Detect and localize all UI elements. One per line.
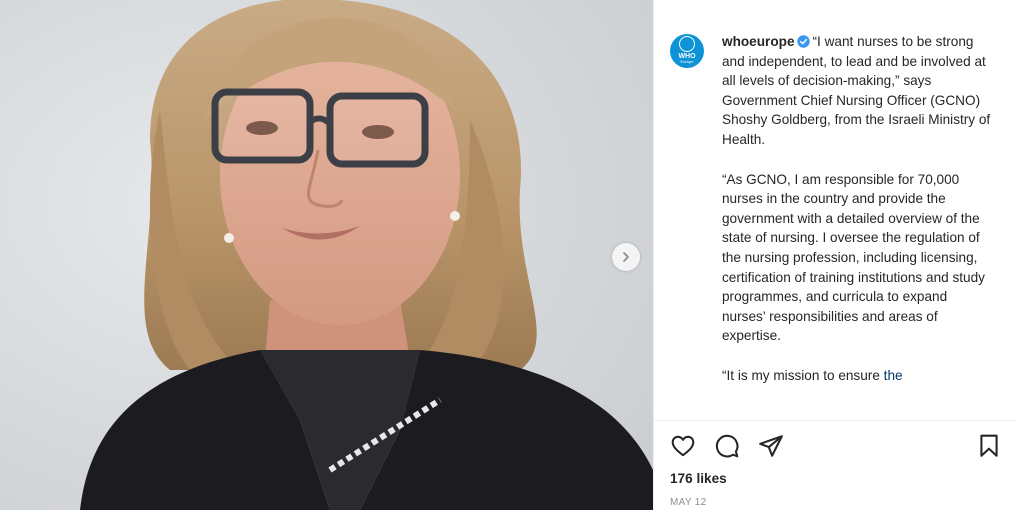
comment-icon [715,434,739,458]
caption-text-1: “I want nurses to be strong and independ… [722,34,991,147]
caption: whoeurope “I want nurses to be strong and… [722,32,992,420]
chevron-right-icon [623,252,629,262]
save-button[interactable] [976,433,1002,464]
username-link[interactable]: whoeurope [722,34,795,49]
post-date[interactable]: MAY 12 [670,497,706,508]
post-photo[interactable] [0,0,653,510]
send-icon [759,435,783,457]
caption-text-3: “It is my mission to ensure [722,367,884,383]
caption-paragraph-1: whoeurope “I want nurses to be strong and… [722,32,992,150]
caption-paragraph-2: “As GCNO, I am responsible for 70,000 nu… [722,171,985,344]
like-button[interactable] [670,433,696,464]
share-button[interactable] [758,433,784,464]
caption-area[interactable]: WHO Europe whoeurope “I want nurses to be… [654,0,1017,420]
post-side-panel: WHO Europe whoeurope “I want nurses to be… [653,0,1017,510]
actions-bar: 176 likes MAY 12 [654,420,1017,510]
caption-paragraph-3: “It is my mission to ensure the [722,366,992,386]
portrait-image [0,0,653,510]
avatar[interactable]: WHO Europe [670,34,704,68]
comment-button[interactable] [714,433,740,464]
likes-count[interactable]: 176 likes [670,471,727,486]
caption-link[interactable]: the [884,368,903,383]
heart-icon [671,435,695,457]
who-globe-icon [679,35,695,52]
carousel-next-button[interactable] [612,243,640,271]
verified-badge-icon [796,35,810,48]
bookmark-icon [980,434,998,457]
avatar-subtext: Europe [680,58,694,64]
